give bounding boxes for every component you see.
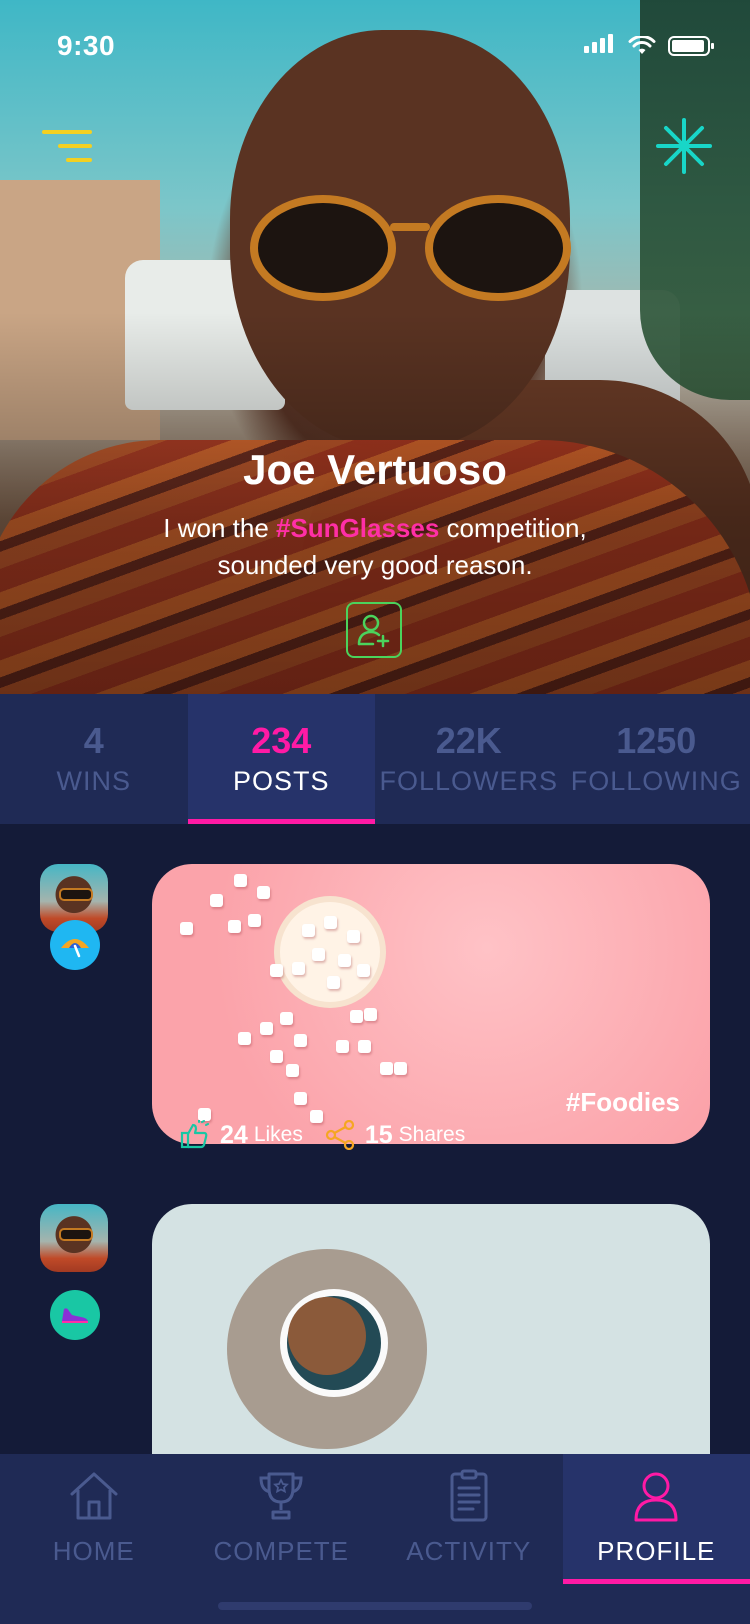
profile-name: Joe Vertuoso: [243, 446, 507, 493]
home-icon: [70, 1472, 118, 1520]
shares-count: 15: [364, 1120, 393, 1149]
tab-label: COMPETE: [213, 1536, 350, 1566]
trophy-icon: [259, 1472, 303, 1520]
stat-label: FOLLOWING: [570, 766, 742, 796]
add-friend-button[interactable]: [346, 602, 402, 658]
bio-hashtag[interactable]: #SunGlasses: [276, 513, 439, 543]
post-hashtag[interactable]: #Foodies: [566, 1087, 680, 1118]
post-image[interactable]: [152, 1204, 710, 1454]
tab-home[interactable]: HOME: [0, 1454, 188, 1584]
posts-feed[interactable]: #Foodies 24 Likes 15 Shares: [0, 824, 750, 1454]
tab-profile[interactable]: PROFILE: [562, 1454, 750, 1584]
stat-label: FOLLOWERS: [379, 766, 559, 796]
menu-icon: [42, 130, 92, 134]
profile-stats: 4 WINS 234 POSTS 22K FOLLOWERS 1250 FOLL…: [0, 694, 750, 824]
shares-label: Shares: [398, 1123, 466, 1146]
stat-following[interactable]: 1250 FOLLOWING: [563, 694, 750, 824]
tab-label: HOME: [52, 1536, 135, 1566]
thumbs-up-icon[interactable]: [180, 1120, 210, 1150]
tab-compete[interactable]: COMPETE: [188, 1454, 376, 1584]
likes-label: Likes: [253, 1123, 303, 1146]
coffee: [288, 1297, 366, 1375]
profile-bio: I won the #SunGlasses competition, sound…: [130, 510, 620, 584]
stat-value: 4: [83, 720, 104, 761]
stat-value: 22K: [435, 720, 502, 761]
user-icon: [634, 1472, 678, 1522]
status-time: 9:30: [57, 30, 116, 61]
sparkle-icon[interactable]: [656, 118, 712, 174]
clipboard-icon: [450, 1469, 488, 1522]
likes-count: 24: [220, 1120, 248, 1149]
category-badge[interactable]: [50, 1290, 100, 1340]
stat-wins[interactable]: 4 WINS: [0, 694, 188, 824]
category-badge[interactable]: [50, 920, 100, 970]
share-icon[interactable]: [325, 1120, 355, 1150]
stat-value: 1250: [616, 720, 697, 761]
avatar[interactable]: [40, 1204, 108, 1272]
wifi-icon: [628, 36, 656, 54]
stat-value: 234: [251, 720, 312, 761]
stat-followers[interactable]: 22K FOLLOWERS: [375, 694, 563, 824]
sneaker-icon: [62, 1308, 88, 1323]
beach-umbrella-icon: [61, 939, 89, 958]
bio-text: I won the: [163, 513, 276, 543]
home-indicator[interactable]: [218, 1602, 532, 1610]
tab-activity[interactable]: ACTIVITY: [375, 1454, 563, 1584]
hero-shade: [0, 0, 750, 694]
stat-posts[interactable]: 234 POSTS: [187, 694, 375, 824]
stat-label: WINS: [56, 766, 131, 796]
stat-label: POSTS: [232, 766, 330, 796]
battery-icon: [668, 36, 714, 56]
cellular-signal-icon: [584, 34, 616, 58]
profile-hero-photo: [0, 0, 750, 694]
add-user-icon: [357, 614, 390, 648]
tab-label: PROFILE: [597, 1536, 716, 1566]
post-reactions: 24 Likes 15 Shares: [180, 1120, 465, 1150]
bottom-tab-bar: HOME COMPETE ACTIVITY PROFILE: [0, 1454, 750, 1624]
tab-label: ACTIVITY: [406, 1536, 532, 1566]
status-icons: [584, 34, 714, 58]
post-image[interactable]: #Foodies: [152, 864, 710, 1144]
menu-button[interactable]: [38, 128, 94, 168]
